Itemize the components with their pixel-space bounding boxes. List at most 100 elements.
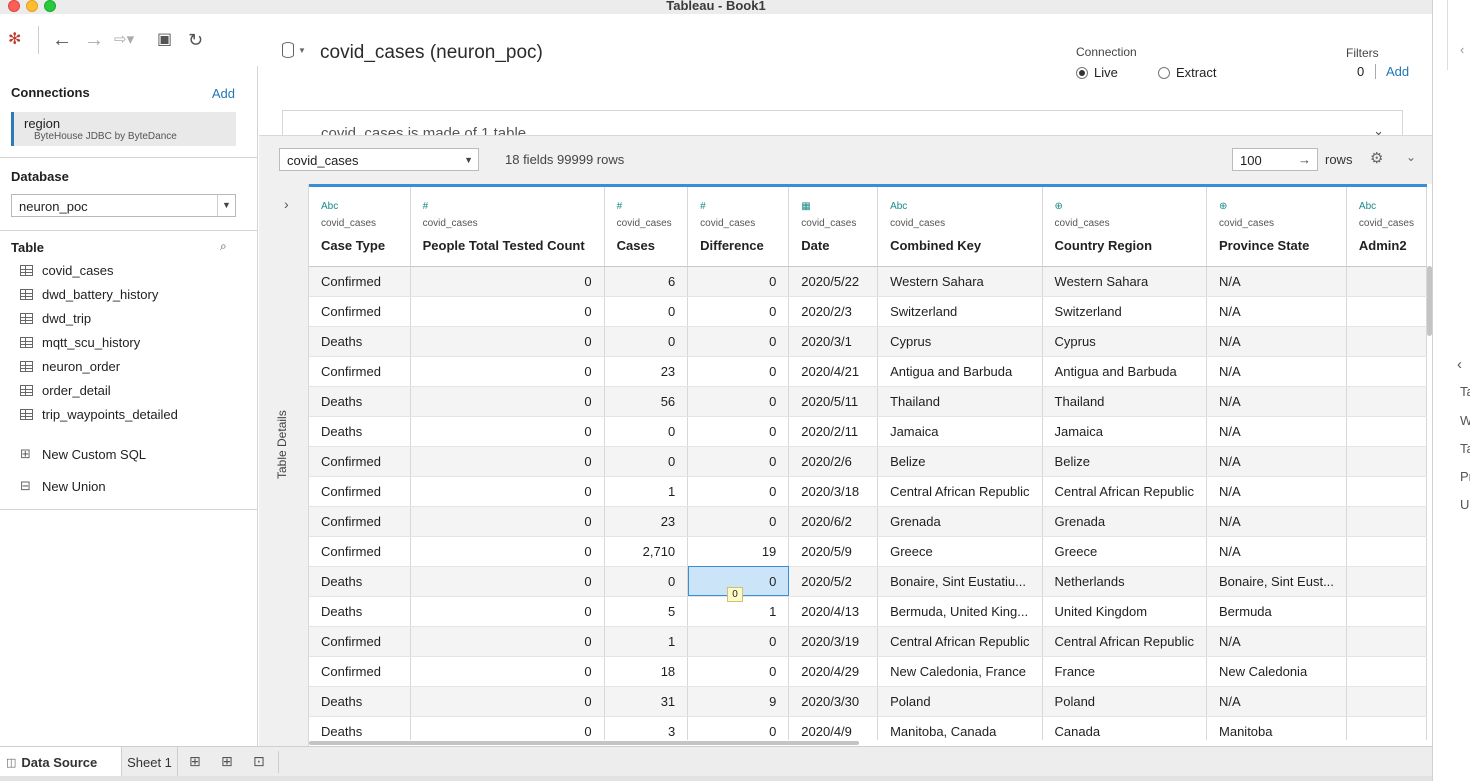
table-cell[interactable]: Manitoba, Canada	[877, 716, 1043, 740]
table-cell[interactable]: Confirmed	[309, 356, 411, 387]
back-arrow-icon[interactable]: ‹	[1460, 42, 1464, 57]
table-cell[interactable]: Bermuda	[1206, 596, 1347, 627]
table-cell[interactable]: N/A	[1206, 386, 1347, 417]
table-cell[interactable]: 0	[687, 326, 790, 357]
table-cell[interactable]: Switzerland	[1042, 296, 1208, 327]
table-cell[interactable]: Central African Republic	[877, 626, 1043, 657]
table-cell[interactable]: 2020/2/3	[788, 296, 879, 327]
table-cell[interactable]	[1346, 416, 1427, 447]
table-cell[interactable]: 2020/6/2	[788, 506, 879, 537]
table-cell[interactable]: 0	[410, 476, 605, 507]
table-cell[interactable]: 0	[410, 716, 605, 740]
table-cell[interactable]	[1346, 386, 1427, 417]
table-cell[interactable]: 56	[604, 386, 689, 417]
table-item[interactable]: trip_waypoints_detailed	[20, 406, 178, 430]
back-arrow-icon[interactable]: ←	[52, 28, 72, 52]
table-cell[interactable]: Bonaire, Sint Eust...	[1206, 566, 1347, 597]
table-cell[interactable]: 0	[687, 716, 790, 740]
table-cell[interactable]	[1346, 446, 1427, 477]
table-cell[interactable]: 5	[604, 596, 689, 627]
column-header[interactable]: ⊕ covid_cases Country Region	[1042, 187, 1208, 267]
table-cell[interactable]: Deaths	[309, 386, 411, 417]
table-cell[interactable]: N/A	[1206, 476, 1347, 507]
table-cell[interactable]: 19	[687, 536, 790, 567]
table-cell[interactable]: 0	[687, 446, 790, 477]
new-dashboard-icon[interactable]: ⊞	[221, 753, 233, 770]
table-cell[interactable]: Confirmed	[309, 656, 411, 687]
tab-data-source[interactable]: ◫ Data Source	[0, 747, 122, 777]
forward-arrow-icon[interactable]: →	[84, 28, 104, 52]
table-cell[interactable]	[1346, 686, 1427, 717]
chevron-down-icon[interactable]: ⌄	[1373, 123, 1384, 135]
table-cell[interactable]: 2020/3/30	[788, 686, 879, 717]
table-cell[interactable]	[1346, 476, 1427, 507]
new-story-icon[interactable]: ⊡	[253, 753, 265, 770]
table-cell[interactable]: Belize	[877, 446, 1043, 477]
table-cell[interactable]: N/A	[1206, 296, 1347, 327]
table-cell[interactable]: Deaths	[309, 326, 411, 357]
table-cell[interactable]: Poland	[1042, 686, 1208, 717]
table-cell[interactable]: 2020/4/29	[788, 656, 879, 687]
tab-sheet-1[interactable]: Sheet 1	[122, 747, 178, 777]
table-cell[interactable]	[1346, 296, 1427, 327]
table-cell[interactable]: Cyprus	[877, 326, 1043, 357]
table-cell[interactable]: Deaths	[309, 416, 411, 447]
table-cell[interactable]: 23	[604, 356, 689, 387]
chevron-down-icon[interactable]: ▼	[298, 46, 306, 55]
table-cell[interactable]: 0	[687, 296, 790, 327]
table-cell[interactable]: 0	[410, 506, 605, 537]
table-cell[interactable]: Confirmed	[309, 476, 411, 507]
table-cell[interactable]: 0	[687, 626, 790, 657]
refresh-icon[interactable]: ↻	[188, 28, 203, 52]
column-header[interactable]: # covid_cases Cases	[604, 187, 689, 267]
table-cell[interactable]: Deaths	[309, 566, 411, 597]
table-cell[interactable]: Poland	[877, 686, 1043, 717]
table-cell[interactable]: Grenada	[877, 506, 1043, 537]
table-details-strip[interactable]: › Table Details	[259, 184, 309, 746]
table-cell[interactable]: 3	[604, 716, 689, 740]
arrow-right-icon[interactable]: →	[1298, 152, 1311, 167]
table-cell[interactable]: Central African Republic	[1042, 476, 1208, 507]
table-cell[interactable]: N/A	[1206, 416, 1347, 447]
column-header[interactable]: # covid_cases Difference	[687, 187, 790, 267]
table-cell[interactable]: Confirmed	[309, 446, 411, 477]
table-cell[interactable]: 2020/4/9	[788, 716, 879, 740]
table-cell[interactable]: United Kingdom	[1042, 596, 1208, 627]
table-cell[interactable]	[1346, 536, 1427, 567]
table-cell[interactable]: 0	[410, 686, 605, 717]
chevron-down-icon[interactable]: ⌄	[1406, 150, 1416, 164]
table-cell[interactable]: 0	[604, 326, 689, 357]
table-cell[interactable]: 2,710	[604, 536, 689, 567]
table-cell[interactable]: Antigua and Barbuda	[1042, 356, 1208, 387]
table-cell[interactable]	[1346, 566, 1427, 597]
table-item[interactable]: covid_cases	[20, 262, 178, 286]
table-cell[interactable]: 2020/2/11	[788, 416, 879, 447]
table-cell[interactable]: Deaths	[309, 686, 411, 717]
gear-icon[interactable]: ⚙	[1370, 149, 1383, 167]
database-select[interactable]: neuron_poc ▼	[11, 194, 236, 217]
table-cell[interactable]: 0	[410, 356, 605, 387]
table-select[interactable]: covid_cases ▼	[279, 148, 479, 171]
table-cell[interactable]: 23	[604, 506, 689, 537]
column-header[interactable]: Abc covid_cases Combined Key	[877, 187, 1043, 267]
table-cell[interactable]: 2020/5/9	[788, 536, 879, 567]
table-cell[interactable]: N/A	[1206, 356, 1347, 387]
table-cell[interactable]: 2020/4/21	[788, 356, 879, 387]
table-cell[interactable]: Belize	[1042, 446, 1208, 477]
tableau-logo-icon[interactable]: ✻	[8, 28, 21, 52]
table-cell[interactable]: 9	[687, 686, 790, 717]
table-cell[interactable]: 2020/5/22	[788, 266, 879, 297]
table-item[interactable]: mqtt_scu_history	[20, 334, 178, 358]
table-cell[interactable]: Greece	[1042, 536, 1208, 567]
table-item[interactable]: neuron_order	[20, 358, 178, 382]
table-cell[interactable]	[1346, 596, 1427, 627]
table-cell[interactable]: N/A	[1206, 686, 1347, 717]
table-cell[interactable]: Greece	[877, 536, 1043, 567]
table-cell[interactable]: 0	[687, 266, 790, 297]
table-cell[interactable]: 6	[604, 266, 689, 297]
table-cell[interactable]: Bonaire, Sint Eustatiu...	[877, 566, 1043, 597]
table-cell[interactable]: 0	[604, 566, 689, 597]
add-filter-link[interactable]: Add	[1386, 64, 1409, 79]
table-cell[interactable]: 2020/3/18	[788, 476, 879, 507]
column-header[interactable]: ⊕ covid_cases Province State	[1206, 187, 1347, 267]
